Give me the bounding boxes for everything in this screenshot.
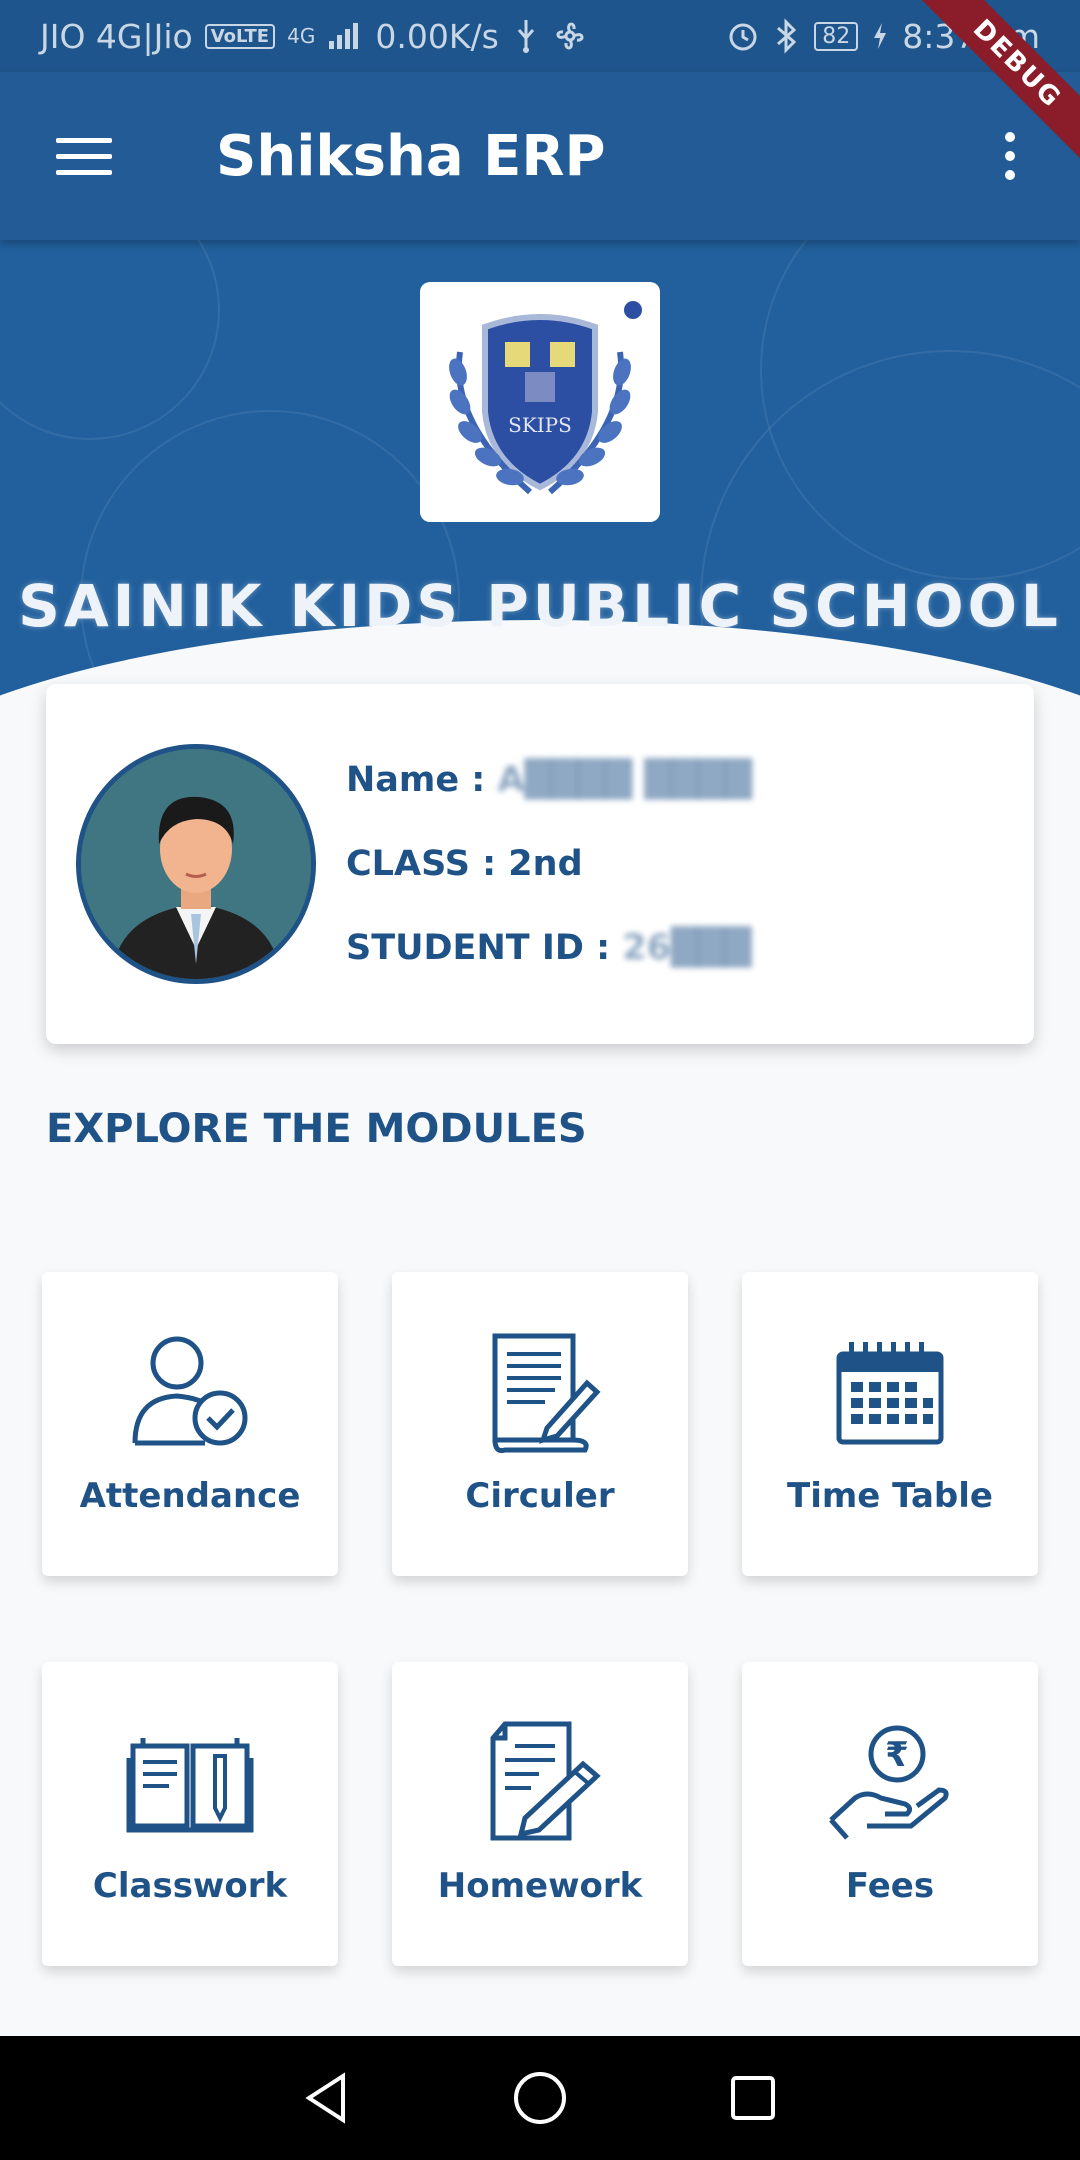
home-icon[interactable] [505, 2063, 575, 2133]
fan-icon [556, 22, 584, 50]
homework-icon [490, 1721, 601, 1841]
module-label: Homework [437, 1866, 643, 1906]
module-label: Circuler [465, 1476, 615, 1516]
student-avatar [76, 744, 316, 984]
profile-card[interactable]: Name : A████ ████ CLASS : 2nd STUDENT ID… [46, 684, 1034, 1044]
module-homework[interactable]: Homework [392, 1662, 688, 1966]
student-avatar-icon [81, 749, 311, 979]
app-title: Shiksha ERP [216, 123, 606, 189]
network-type: 4G [287, 24, 316, 48]
hamburger-menu-icon[interactable] [34, 106, 134, 206]
back-icon[interactable] [292, 2063, 362, 2133]
school-name: SAINIK KIDS PUBLIC SCHOOL [18, 572, 1062, 640]
school-crest-icon: SKIPS [449, 301, 642, 495]
class-value: 2nd [508, 844, 583, 884]
student-id-value: 26███ [622, 928, 752, 968]
student-id-row: STUDENT ID : 26███ [346, 906, 752, 990]
module-attendance[interactable]: Attendance [42, 1272, 338, 1576]
network-speed: 0.00K/s [375, 16, 499, 56]
name-value: A████ ████ [497, 760, 753, 800]
status-left: JIO 4G|Jio VoLTE 4G 0.00K/s [40, 17, 587, 56]
battery-level: 82 [814, 21, 859, 51]
module-label: Fees [845, 1866, 935, 1906]
module-fees[interactable]: ₹ Fees [742, 1662, 1038, 1966]
module-label: Classwork [92, 1866, 288, 1906]
module-label: Attendance [79, 1476, 301, 1516]
module-classwork[interactable]: Classwork [42, 1662, 338, 1966]
name-label: Name : [346, 760, 486, 800]
usb-icon [517, 20, 534, 53]
svg-text:₹: ₹ [885, 1735, 909, 1775]
student-id-label: STUDENT ID : [346, 928, 611, 968]
section-title: EXPLORE THE MODULES [46, 1106, 587, 1152]
logo-text: SKIPS [508, 413, 572, 437]
student-name-row: Name : A████ ████ [346, 738, 752, 822]
system-nav-bar [0, 2036, 1080, 2160]
module-time-table[interactable]: Time Table [742, 1272, 1038, 1576]
bluetooth-icon [777, 18, 797, 54]
book-icon [126, 1738, 254, 1833]
module-label: Time Table [787, 1476, 993, 1516]
class-label: CLASS : [346, 844, 497, 884]
screen: JIO 4G|Jio VoLTE 4G 0.00K/s 82 8:37 DEBU… [0, 0, 1080, 2160]
fees-icon: ₹ [829, 1725, 949, 1840]
module-circular[interactable]: Circuler [392, 1272, 688, 1576]
alarm-icon [729, 23, 757, 51]
school-logo: SKIPS [420, 282, 660, 522]
more-options-icon[interactable] [980, 106, 1040, 206]
calendar-icon [836, 1342, 944, 1445]
circular-icon [492, 1333, 601, 1453]
student-info: Name : A████ ████ CLASS : 2nd STUDENT ID… [346, 738, 752, 990]
volte-badge: VoLTE [204, 23, 276, 49]
app-bar: Shiksha ERP [0, 72, 1080, 240]
status-bar: JIO 4G|Jio VoLTE 4G 0.00K/s 82 8:37 [0, 0, 1080, 72]
charging-icon [874, 23, 887, 49]
student-class-row: CLASS : 2nd [346, 822, 752, 906]
signal-icon [329, 23, 359, 49]
recents-icon[interactable] [718, 2063, 788, 2133]
attendance-icon [132, 1336, 248, 1446]
carrier-text: JIO 4G|Jio [40, 16, 193, 56]
